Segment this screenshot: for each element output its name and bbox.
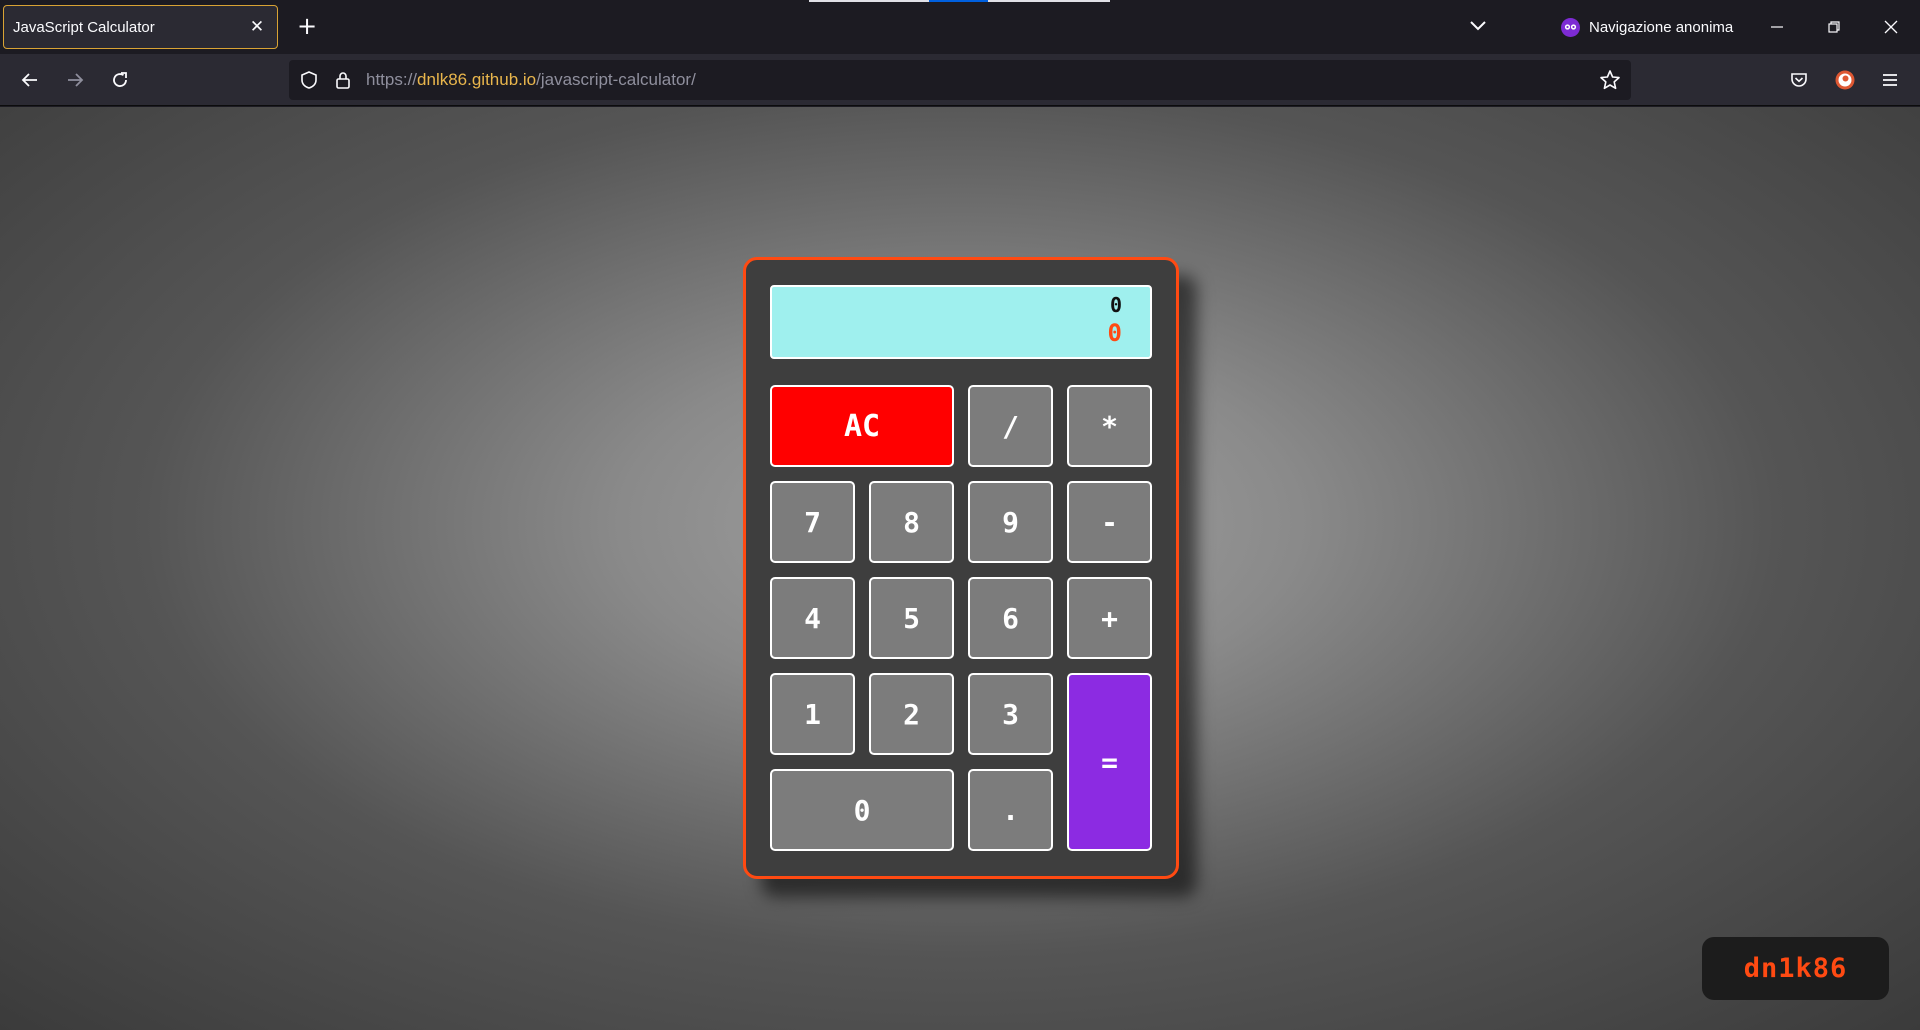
reload-button[interactable] — [106, 66, 134, 94]
url-path: /javascript-calculator/ — [536, 70, 696, 89]
browser-tab[interactable]: JavaScript Calculator ✕ — [3, 5, 278, 49]
one-button[interactable]: 1 — [770, 673, 855, 755]
private-mask-icon — [1561, 17, 1580, 37]
subtract-button[interactable]: - — [1067, 481, 1152, 563]
private-browsing-indicator: Navigazione anonima — [1561, 14, 1733, 40]
minimize-button[interactable] — [1762, 12, 1792, 42]
pocket-button[interactable] — [1785, 66, 1813, 94]
restore-button[interactable] — [1819, 12, 1849, 42]
arrow-right-icon — [68, 73, 84, 87]
four-button[interactable]: 4 — [770, 577, 855, 659]
list-all-tabs-button[interactable] — [1466, 14, 1490, 38]
tab-title: JavaScript Calculator — [13, 18, 155, 36]
tab-bar: JavaScript Calculator ✕ + Navigazione an… — [0, 0, 1920, 54]
author-badge[interactable]: dn1k86 — [1702, 937, 1889, 1000]
minimize-icon — [1771, 26, 1783, 28]
duckduckgo-extension-icon — [1835, 70, 1855, 90]
page-viewport: 0 0 AC / * 7 8 9 - 4 5 6 + 1 2 3 = 0 . d… — [0, 107, 1920, 1030]
tracking-protection-icon[interactable] — [299, 70, 319, 94]
calculator: 0 0 AC / * 7 8 9 - 4 5 6 + 1 2 3 = 0 . — [743, 257, 1179, 879]
forward-button[interactable] — [61, 66, 89, 94]
calculator-display: 0 0 — [770, 285, 1152, 359]
new-tab-button[interactable]: + — [293, 13, 321, 41]
tab-drag-indicator — [809, 0, 1110, 2]
bookmark-star-icon[interactable] — [1599, 69, 1621, 95]
menu-button[interactable] — [1876, 66, 1904, 94]
private-browsing-label: Navigazione anonima — [1589, 18, 1734, 36]
result-display: 0 — [1107, 319, 1122, 347]
seven-button[interactable]: 7 — [770, 481, 855, 563]
decimal-button[interactable]: . — [968, 769, 1053, 851]
close-tab-icon[interactable]: ✕ — [247, 17, 267, 37]
add-button[interactable]: + — [1067, 577, 1152, 659]
chevron-down-icon — [1470, 21, 1486, 31]
multiply-button[interactable]: * — [1067, 385, 1152, 467]
formula-display: 0 — [1109, 293, 1122, 317]
pocket-icon — [1791, 73, 1807, 87]
equals-button[interactable]: = — [1067, 673, 1152, 851]
eight-button[interactable]: 8 — [869, 481, 954, 563]
close-window-button[interactable] — [1876, 12, 1906, 42]
reload-icon — [113, 72, 127, 87]
extension-button[interactable] — [1831, 66, 1859, 94]
divide-button[interactable]: / — [968, 385, 1053, 467]
clear-button[interactable]: AC — [770, 385, 954, 467]
back-button[interactable] — [16, 66, 44, 94]
arrow-left-icon — [21, 73, 37, 87]
three-button[interactable]: 3 — [968, 673, 1053, 755]
url-scheme: https:// — [366, 70, 418, 89]
two-button[interactable]: 2 — [869, 673, 954, 755]
lock-icon[interactable] — [333, 70, 353, 94]
close-icon — [1884, 20, 1898, 34]
five-button[interactable]: 5 — [869, 577, 954, 659]
nine-button[interactable]: 9 — [968, 481, 1053, 563]
hamburger-menu-icon — [1883, 74, 1897, 86]
six-button[interactable]: 6 — [968, 577, 1053, 659]
navigation-toolbar: https://dnlk86.github.io/javascript-calc… — [0, 54, 1920, 106]
zero-button[interactable]: 0 — [770, 769, 954, 851]
address-bar[interactable]: https://dnlk86.github.io/javascript-calc… — [289, 60, 1631, 100]
url-text[interactable]: https://dnlk86.github.io/javascript-calc… — [366, 70, 696, 90]
restore-icon — [1828, 21, 1840, 33]
url-host: dnlk86.github.io — [417, 70, 537, 89]
